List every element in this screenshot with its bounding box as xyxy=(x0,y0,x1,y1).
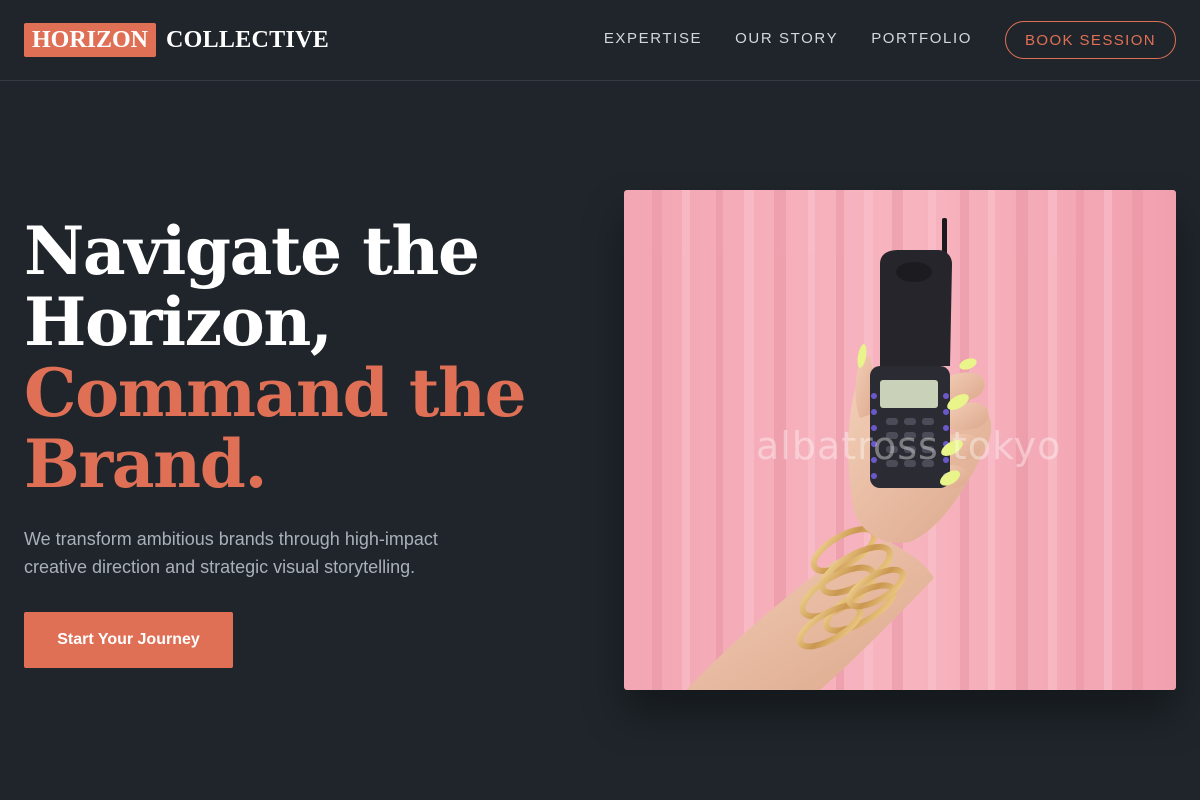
book-session-button[interactable]: BOOK SESSION xyxy=(1005,21,1176,59)
brand-badge: HORIZON xyxy=(24,23,157,57)
headline-line-accent: Command the xyxy=(24,354,527,432)
nav-link-portfolio[interactable]: PORTFOLIO xyxy=(871,29,972,49)
site-header: HORIZON COLLECTIVE EXPERTISE OUR STORY P… xyxy=(0,0,1200,81)
headline-line-accent: Brand. xyxy=(24,425,267,503)
brand-name: COLLECTIVE xyxy=(166,26,330,53)
image-watermark: albatross tokyo xyxy=(756,424,1062,468)
nav-link-our-story[interactable]: OUR STORY xyxy=(735,29,838,49)
headline-line: Navigate the xyxy=(24,212,480,290)
landing-page: HORIZON COLLECTIVE EXPERTISE OUR STORY P… xyxy=(0,0,1200,800)
hero-image: albatross tokyo xyxy=(624,190,1176,690)
start-journey-button[interactable]: Start Your Journey xyxy=(24,612,233,668)
headline-line: Horizon, xyxy=(24,283,333,361)
brand-logo[interactable]: HORIZON COLLECTIVE xyxy=(24,23,329,57)
hero-subtext: We transform ambitious brands through hi… xyxy=(24,529,438,577)
nav-link-expertise[interactable]: EXPERTISE xyxy=(604,29,702,49)
main-nav: EXPERTISE OUR STORY PORTFOLIO xyxy=(604,29,972,49)
hero-headline: Navigate the Horizon, Command the Brand. xyxy=(24,216,584,500)
